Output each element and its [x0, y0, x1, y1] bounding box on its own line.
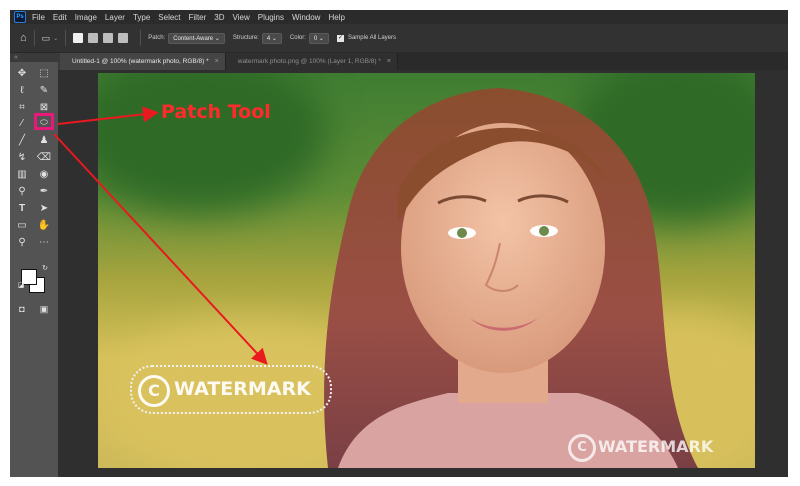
pen-icon[interactable]: ✒: [36, 184, 52, 200]
color-select[interactable]: 0 ⌄: [308, 32, 329, 44]
add-to-selection-button[interactable]: [88, 33, 99, 43]
more-tools-icon[interactable]: ⋯: [36, 235, 52, 251]
patch-mode-value: Content-Aware: [173, 35, 214, 42]
tab-label: watermark photo.png @ 100% (Layer 1, RGB…: [237, 58, 381, 65]
menu-plugins[interactable]: Plugins: [258, 13, 284, 22]
color-label: Color:: [289, 35, 306, 41]
structure-value: 4: [266, 35, 271, 42]
menu-3d[interactable]: 3D: [214, 13, 224, 22]
menu-edit[interactable]: Edit: [53, 13, 67, 22]
blur-icon[interactable]: ◉: [36, 167, 52, 183]
brush-icon[interactable]: ╱: [14, 133, 30, 149]
dodge-icon[interactable]: ⚲: [14, 184, 30, 200]
close-icon[interactable]: ×: [215, 58, 219, 65]
history-brush-icon[interactable]: ↯: [14, 150, 30, 166]
quick-select-icon[interactable]: ✎: [36, 83, 52, 99]
tools-panel: ✥ ⬚ ℓ ✎ ⌗ ⊠ ⁄ ⬭ ╱ ♟ ↯ ⌫ ▥ ◉ ⚲ ✒ T ➤ ▭ ✋ …: [10, 62, 58, 477]
menu-layer[interactable]: Layer: [105, 13, 125, 22]
divider: [140, 30, 142, 46]
sample-all-layers-label: Sample All Layers: [347, 35, 396, 41]
patch-mode-select[interactable]: Content-Aware ⌄: [168, 32, 225, 44]
patch-tool-highlight: [34, 113, 54, 130]
gradient-icon[interactable]: ▥: [14, 167, 30, 183]
tab-untitled-1[interactable]: Untitled-1 @ 100% (watermark photo, RGB/…: [60, 53, 226, 70]
type-icon[interactable]: T: [14, 201, 30, 217]
menu-window[interactable]: Window: [292, 13, 320, 22]
tab-watermark-photo[interactable]: watermark photo.png @ 100% (Layer 1, RGB…: [225, 53, 399, 70]
chevron-down-icon[interactable]: ⌄: [53, 35, 58, 42]
menu-file[interactable]: File: [32, 13, 45, 22]
eyedropper-icon[interactable]: ⁄: [14, 116, 30, 132]
eraser-icon[interactable]: ⌫: [36, 150, 52, 166]
subtract-from-selection-button[interactable]: [103, 33, 114, 43]
menu-view[interactable]: View: [233, 13, 250, 22]
patch-selection-outline[interactable]: [130, 365, 332, 414]
tool-preset-icon[interactable]: ▭: [42, 33, 51, 44]
default-colors-icon[interactable]: ◪: [13, 278, 29, 294]
watermark-text: WATERMARK: [598, 437, 714, 456]
copyright-icon: C: [568, 434, 596, 462]
menu-type[interactable]: Type: [133, 13, 150, 22]
menu-bar: Ps File Edit Image Layer Type Select Fil…: [10, 10, 788, 24]
color-value: 0: [313, 35, 318, 42]
structure-label: Structure:: [232, 35, 259, 41]
lasso-icon[interactable]: ℓ: [14, 83, 30, 99]
marquee-icon[interactable]: ⬚: [36, 66, 52, 82]
rectangle-icon[interactable]: ▭: [14, 218, 30, 234]
hand-icon[interactable]: ✋: [36, 218, 52, 234]
quick-mask-icon[interactable]: ◘: [14, 301, 30, 317]
collapse-toolbar-icon[interactable]: «: [14, 54, 18, 61]
patch-tool-annotation: Patch Tool: [161, 101, 271, 123]
intersect-selection-button[interactable]: [118, 33, 129, 43]
divider: [65, 30, 67, 46]
document-tab-bar: Untitled-1 @ 100% (watermark photo, RGB/…: [60, 52, 788, 70]
stamp-icon[interactable]: ♟: [36, 133, 52, 149]
close-icon[interactable]: ×: [387, 58, 391, 65]
path-select-icon[interactable]: ➤: [36, 201, 52, 217]
move-icon[interactable]: ✥: [14, 66, 30, 82]
structure-select[interactable]: 4 ⌄: [261, 32, 282, 44]
sample-all-layers-checkbox[interactable]: ✓: [336, 34, 344, 42]
options-bar: ⌂ ▭ ⌄ Patch: Content-Aware ⌄ Structure: …: [10, 24, 788, 53]
menu-select[interactable]: Select: [158, 13, 180, 22]
photoshop-logo-icon: Ps: [14, 11, 26, 23]
menu-image[interactable]: Image: [75, 13, 97, 22]
menu-help[interactable]: Help: [328, 13, 344, 22]
home-icon[interactable]: ⌂: [20, 32, 27, 44]
menu-filter[interactable]: Filter: [189, 13, 207, 22]
divider: [33, 30, 35, 46]
screen-mode-icon[interactable]: ▣: [36, 301, 52, 317]
zoom-icon[interactable]: ⚲: [14, 235, 30, 251]
patch-label: Patch:: [148, 35, 166, 41]
crop-icon[interactable]: ⌗: [14, 100, 30, 116]
new-selection-button[interactable]: [73, 33, 84, 43]
swap-colors-icon[interactable]: ↻: [37, 261, 53, 277]
tab-label: Untitled-1 @ 100% (watermark photo, RGB/…: [72, 58, 209, 65]
photoshop-window: Ps File Edit Image Layer Type Select Fil…: [10, 10, 788, 477]
